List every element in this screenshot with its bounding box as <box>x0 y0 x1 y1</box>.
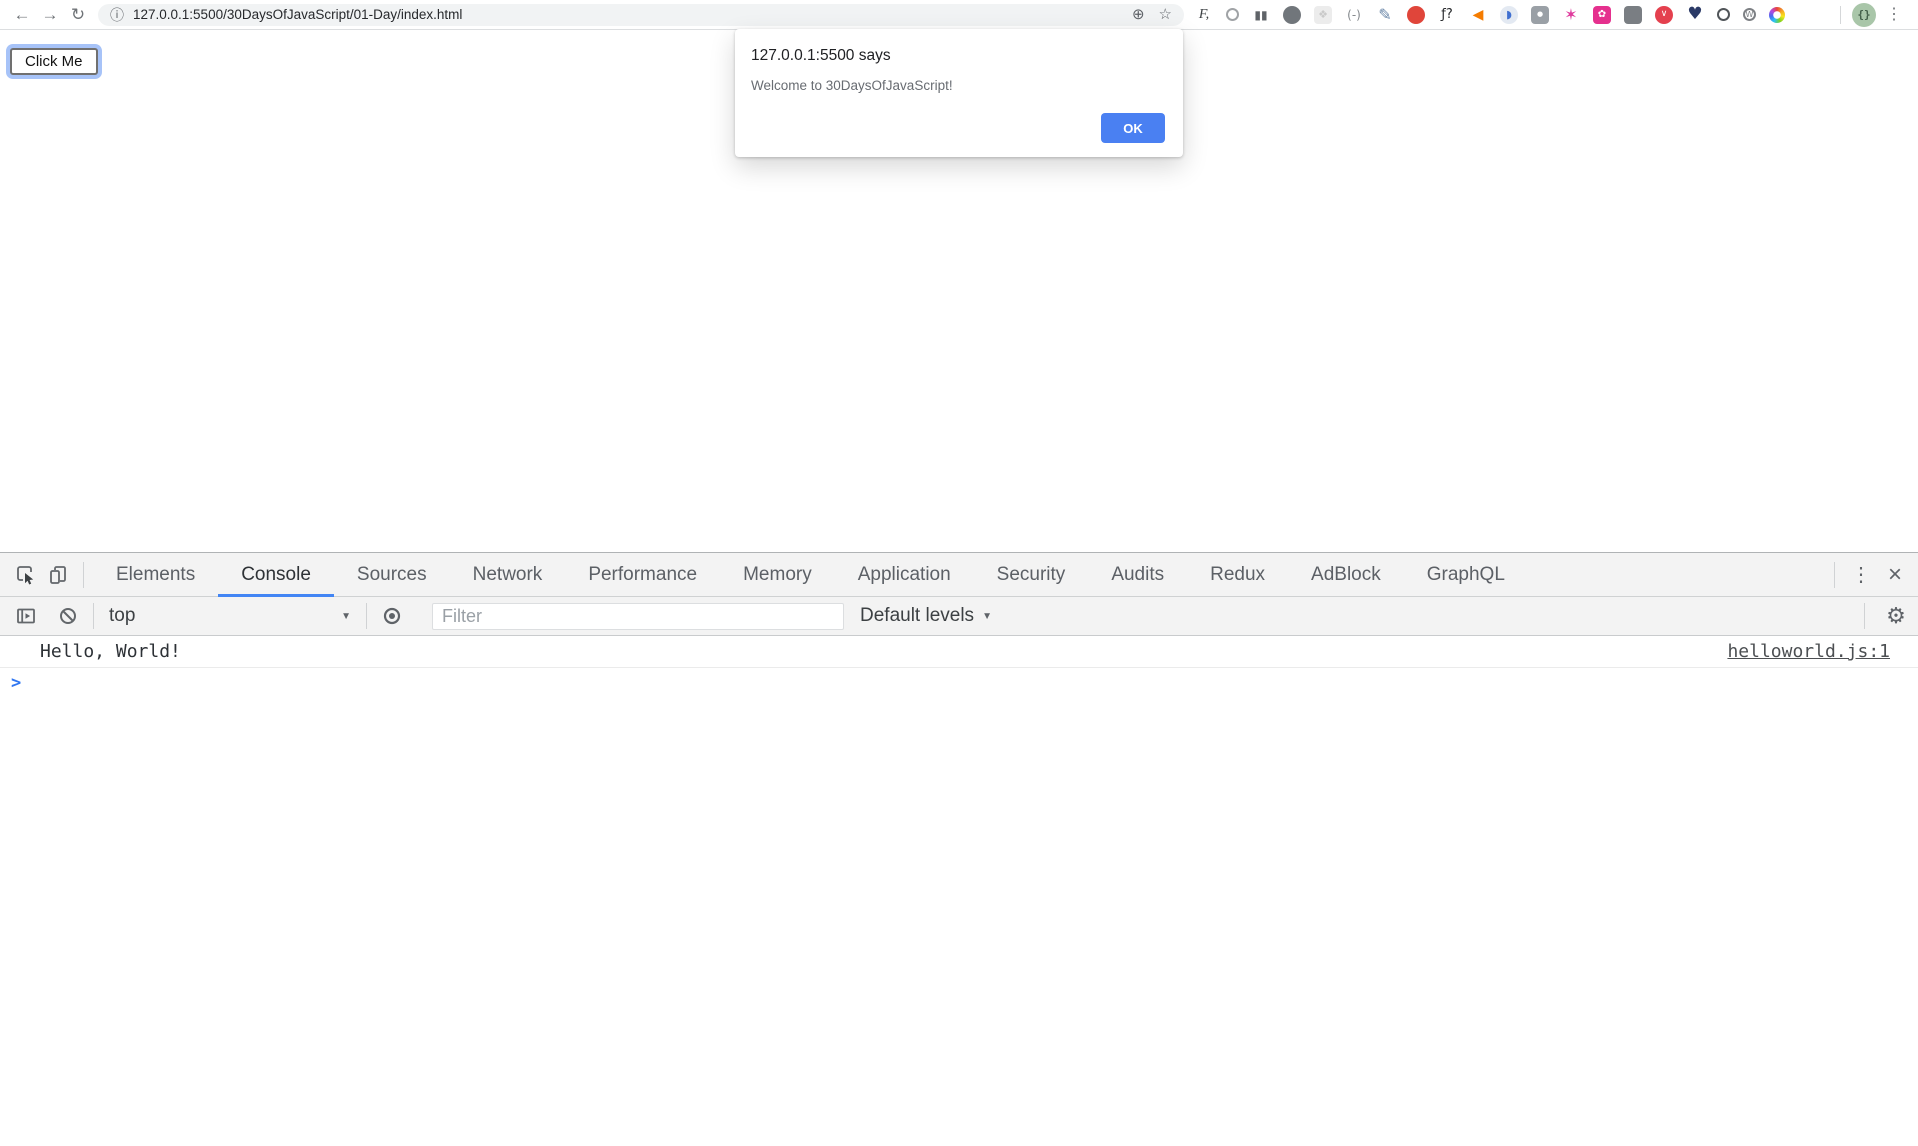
gray-ring-g-icon[interactable] <box>1717 8 1730 21</box>
address-bar[interactable]: ⓘ 127.0.0.1:5500/30DaysOfJavaScript/01-D… <box>98 4 1184 26</box>
inspect-element-icon[interactable] <box>10 559 42 591</box>
toolbar-separator <box>1840 6 1841 24</box>
forward-button[interactable]: → <box>36 1 64 29</box>
site-info-icon[interactable]: ⓘ <box>110 5 124 25</box>
click-me-button[interactable]: Click Me <box>10 48 98 75</box>
fontface-icon[interactable]: F, <box>1195 6 1213 24</box>
tab-network[interactable]: Network <box>450 553 566 597</box>
megaphone-glyph: ◀ <box>1473 8 1484 22</box>
blue-orb-glyph: ◗ <box>1506 9 1512 20</box>
execution-context-value: top <box>109 605 135 627</box>
console-log-text: Hello, World! <box>40 641 181 662</box>
camera-icon[interactable]: ● <box>1531 6 1549 24</box>
adblock-icon[interactable] <box>1407 6 1425 24</box>
eyedropper-glyph: ✎ <box>1378 7 1391 23</box>
pocket-icon[interactable]: ∨ <box>1655 6 1673 24</box>
console-sidebar-toggle-icon[interactable] <box>10 600 42 632</box>
pink-app-icon[interactable]: ✿ <box>1593 6 1611 24</box>
console-toolbar-right-separator <box>1864 603 1865 629</box>
devtools-tabbar: Elements Console Sources Network Perform… <box>0 553 1918 597</box>
alert-title: 127.0.0.1:5500 says <box>751 47 1165 65</box>
paren-dash-icon[interactable]: (-) <box>1345 6 1363 24</box>
tab-security[interactable]: Security <box>974 553 1089 597</box>
devtools-panel: Elements Console Sources Network Perform… <box>0 552 1918 1146</box>
console-prompt-chevron-icon: > <box>11 673 21 693</box>
columns-glyph: ▮▮ <box>1254 9 1267 21</box>
heart-lens-glyph: ♥ <box>1687 6 1702 23</box>
browser-toolbar: ← → ↻ ⓘ 127.0.0.1:5500/30DaysOfJavaScrip… <box>0 0 1918 30</box>
tab-sources[interactable]: Sources <box>334 553 450 597</box>
alert-ok-button[interactable]: OK <box>1101 113 1165 143</box>
log-levels-value: Default levels <box>860 605 974 627</box>
console-toolbar-separator-2 <box>366 603 367 629</box>
pink-app-glyph: ✿ <box>1598 10 1606 20</box>
console-toolbar-separator <box>93 603 94 629</box>
w-badge-glyph: W <box>1746 11 1754 19</box>
profile-avatar[interactable]: {} <box>1852 3 1876 27</box>
context-dropdown-arrow-icon: ▼ <box>341 611 351 622</box>
tab-adblock[interactable]: AdBlock <box>1288 553 1404 597</box>
tab-application[interactable]: Application <box>835 553 974 597</box>
paren-dash-glyph: (-) <box>1347 9 1361 21</box>
live-expression-eye-icon[interactable] <box>376 600 408 632</box>
console-prompt[interactable]: > <box>0 668 1918 698</box>
fontface-glyph: F, <box>1199 8 1209 22</box>
eyedropper-icon[interactable]: ✎ <box>1376 6 1394 24</box>
heart-lens-icon[interactable]: ♥ <box>1686 6 1704 24</box>
tab-audits[interactable]: Audits <box>1088 553 1187 597</box>
columns-icon[interactable]: ▮▮ <box>1252 6 1270 24</box>
tabbar-right-separator <box>1834 562 1835 588</box>
back-button[interactable]: ← <box>8 1 36 29</box>
tab-console[interactable]: Console <box>218 553 334 597</box>
alert-dialog: 127.0.0.1:5500 says Welcome to 30DaysOfJ… <box>735 29 1183 157</box>
tab-elements[interactable]: Elements <box>93 553 218 597</box>
clear-console-icon[interactable] <box>52 600 84 632</box>
faded-grid-icon[interactable]: ❖ <box>1314 6 1332 24</box>
tabbar-separator <box>83 562 84 588</box>
zoom-icon[interactable]: ⊕ <box>1132 4 1145 26</box>
alert-message: Welcome to 30DaysOfJavaScript! <box>751 78 1165 93</box>
pocket-glyph: ∨ <box>1661 10 1668 19</box>
bookmark-star-icon[interactable]: ☆ <box>1159 4 1172 26</box>
console-filter-input[interactable] <box>432 603 844 630</box>
execution-context-select[interactable]: top ▼ <box>109 605 357 627</box>
gray-blocks-icon[interactable] <box>1624 6 1642 24</box>
settings-gear-icon[interactable]: ⚙ <box>1874 603 1918 629</box>
device-toolbar-icon[interactable] <box>42 559 74 591</box>
url-text[interactable]: 127.0.0.1:5500/30DaysOfJavaScript/01-Day… <box>133 7 1118 22</box>
reload-button[interactable]: ↻ <box>64 1 92 29</box>
console-source-link[interactable]: helloworld.js:1 <box>1727 641 1890 662</box>
megaphone-icon[interactable]: ◀ <box>1469 6 1487 24</box>
console-message-row: Hello, World! helloworld.js:1 <box>0 636 1918 668</box>
tab-performance[interactable]: Performance <box>565 553 720 597</box>
fn-question-icon[interactable]: ƒ? <box>1438 6 1456 24</box>
tab-redux[interactable]: Redux <box>1187 553 1288 597</box>
faded-grid-glyph: ❖ <box>1318 9 1328 20</box>
rainbow-icon[interactable] <box>1769 7 1785 23</box>
extensions-row: F, ▮▮ ❖ (-) ✎ ƒ? ◀ ◗ ● ✶ ✿ ∨ ♥ W <box>1195 6 1785 24</box>
tab-graphql[interactable]: GraphQL <box>1404 553 1528 597</box>
bug-icon[interactable] <box>1283 6 1301 24</box>
log-levels-select[interactable]: Default levels ▼ <box>860 605 992 627</box>
console-toolbar: top ▼ Default levels ▼ ⚙ <box>0 597 1918 636</box>
shutter-icon[interactable] <box>1226 8 1239 21</box>
camera-glyph: ● <box>1537 11 1543 18</box>
tab-memory[interactable]: Memory <box>720 553 835 597</box>
devtools-close-icon[interactable]: × <box>1878 561 1912 589</box>
levels-dropdown-arrow-icon: ▼ <box>982 611 992 622</box>
graphql-star-glyph: ✶ <box>1564 7 1577 23</box>
blue-orb-icon[interactable]: ◗ <box>1500 6 1518 24</box>
graphql-star-icon[interactable]: ✶ <box>1562 6 1580 24</box>
w-badge-icon[interactable]: W <box>1743 8 1756 21</box>
devtools-menu-icon[interactable]: ⋮ <box>1844 562 1878 587</box>
browser-menu-icon[interactable]: ⋮ <box>1880 1 1908 29</box>
fn-question-glyph: ƒ? <box>1441 8 1452 21</box>
